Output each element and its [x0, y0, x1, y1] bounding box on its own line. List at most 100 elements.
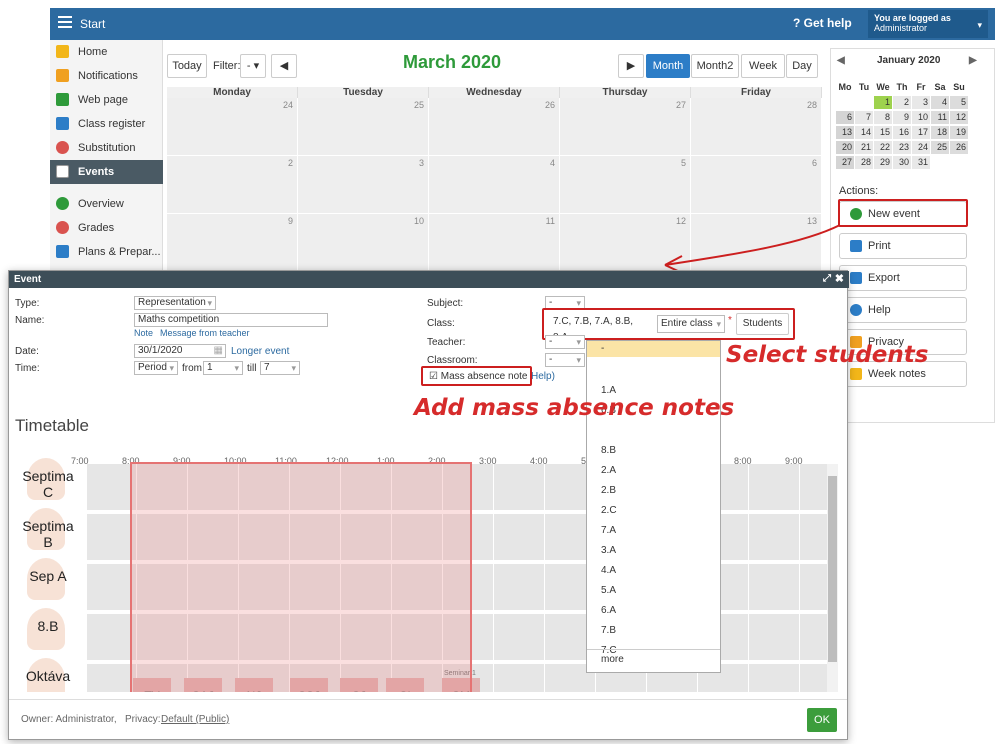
classroom-select[interactable]: -: [545, 353, 585, 367]
menu-icon[interactable]: [58, 16, 72, 28]
help-button[interactable]: Help: [839, 297, 967, 323]
mini-day[interactable]: 7: [855, 111, 873, 124]
expand-icon[interactable]: ⤢: [823, 273, 831, 284]
get-help-link[interactable]: ? Get help: [793, 16, 852, 30]
mini-day[interactable]: 20: [836, 141, 854, 154]
mini-day[interactable]: 19: [950, 126, 968, 139]
mini-day[interactable]: 24: [912, 141, 930, 154]
mini-day[interactable]: 14: [855, 126, 873, 139]
view-week-button[interactable]: Week: [741, 54, 785, 78]
privacy-link[interactable]: Default (Public): [161, 714, 229, 725]
mini-day[interactable]: 23: [893, 141, 911, 154]
calendar-day-cell[interactable]: 6: [691, 156, 822, 214]
sidebar-item-events[interactable]: Events: [50, 160, 163, 184]
till-select[interactable]: 7: [260, 361, 300, 375]
mini-day[interactable]: 31: [912, 156, 930, 169]
scrollbar-thumb[interactable]: [828, 476, 837, 662]
next-month-button[interactable]: ▶: [618, 54, 644, 78]
sidebar-item-substitution[interactable]: Substitution: [50, 136, 163, 160]
calendar-day-cell[interactable]: 26: [429, 98, 560, 156]
dropdown-item[interactable]: 8.B: [587, 441, 720, 461]
calendar-day-cell[interactable]: 25: [298, 98, 429, 156]
timetable-scrollbar[interactable]: [827, 464, 838, 692]
mini-day[interactable]: 4: [931, 96, 949, 109]
mini-day[interactable]: 18: [931, 126, 949, 139]
dropdown-item[interactable]: 2.C: [587, 501, 720, 521]
help-link[interactable]: Help): [531, 371, 555, 382]
dropdown-item[interactable]: 7.A: [587, 521, 720, 541]
dropdown-item[interactable]: [587, 421, 720, 441]
mini-day[interactable]: 26: [950, 141, 968, 154]
dropdown-item[interactable]: 3.A: [587, 541, 720, 561]
dropdown-item[interactable]: 2.A: [587, 461, 720, 481]
dropdown-item[interactable]: 4.A: [587, 561, 720, 581]
mini-day[interactable]: 27: [836, 156, 854, 169]
export-button[interactable]: Export: [839, 265, 967, 291]
sidebar-item-plans[interactable]: Plans & Prepar...: [50, 240, 163, 264]
message-link[interactable]: Message from teacher: [160, 328, 250, 338]
mini-day[interactable]: 11: [931, 111, 949, 124]
dropdown-item[interactable]: [587, 361, 720, 381]
mini-day[interactable]: 22: [874, 141, 892, 154]
mini-day[interactable]: 15: [874, 126, 892, 139]
type-select[interactable]: Representation: [134, 296, 216, 310]
user-menu[interactable]: You are logged as Administrator ▾: [868, 10, 988, 38]
date-input[interactable]: 30/1/2020 ▦: [134, 344, 226, 358]
mini-day[interactable]: 3: [912, 96, 930, 109]
dropdown-item[interactable]: 2.B: [587, 481, 720, 501]
mini-prev-icon[interactable]: ◀: [837, 55, 845, 66]
class-dropdown[interactable]: -1.A 6.B 8.B 2.A 2.B 2.C 7.A 3.A 4.A 5.A 6.A 7.B 7.C…: [586, 340, 721, 673]
teacher-select[interactable]: -: [545, 335, 585, 349]
mini-day[interactable]: 16: [893, 126, 911, 139]
mini-day[interactable]: 10: [912, 111, 930, 124]
close-icon[interactable]: ✖: [835, 272, 844, 285]
mini-day[interactable]: 29: [874, 156, 892, 169]
calendar-day-cell[interactable]: 9: [167, 214, 298, 272]
mini-day[interactable]: 2: [893, 96, 911, 109]
sidebar-item-overview[interactable]: Overview: [50, 192, 163, 216]
prev-month-button[interactable]: ◀: [271, 54, 297, 78]
calendar-day-cell[interactable]: 3: [298, 156, 429, 214]
mini-day[interactable]: 17: [912, 126, 930, 139]
today-button[interactable]: Today: [167, 54, 207, 78]
note-link[interactable]: Note: [134, 328, 153, 338]
mini-day[interactable]: 25: [931, 141, 949, 154]
calendar-day-cell[interactable]: 4: [429, 156, 560, 214]
ok-button[interactable]: OK: [807, 708, 837, 732]
dropdown-item[interactable]: 5.A: [587, 581, 720, 601]
view-month-button[interactable]: Month: [646, 54, 690, 78]
sidebar-item-home[interactable]: Home: [50, 40, 163, 64]
calendar-day-cell[interactable]: 2: [167, 156, 298, 214]
longer-event-link[interactable]: Longer event: [231, 346, 289, 357]
calendar-day-cell[interactable]: 24: [167, 98, 298, 156]
filter-select[interactable]: - ▾: [240, 54, 266, 78]
mini-day[interactable]: 9: [893, 111, 911, 124]
view-month2-button[interactable]: Month2: [691, 54, 739, 78]
sidebar-item-grades[interactable]: Grades: [50, 216, 163, 240]
dropdown-item[interactable]: 7.B: [587, 621, 720, 641]
sidebar-item-web-page[interactable]: Web page: [50, 88, 163, 112]
calendar-day-cell[interactable]: 27: [560, 98, 691, 156]
mini-day[interactable]: 21: [855, 141, 873, 154]
mini-day[interactable]: 30: [893, 156, 911, 169]
calendar-day-cell[interactable]: 11: [429, 214, 560, 272]
calendar-day-cell[interactable]: 28: [691, 98, 822, 156]
mini-day[interactable]: 13: [836, 126, 854, 139]
dropdown-item[interactable]: 6.A: [587, 601, 720, 621]
mini-day[interactable]: 8: [874, 111, 892, 124]
dropdown-more[interactable]: more: [587, 650, 720, 670]
calendar-day-cell[interactable]: 5: [560, 156, 691, 214]
sidebar-item-notifications[interactable]: Notifications: [50, 64, 163, 88]
start-link[interactable]: Start: [80, 17, 105, 31]
time-mode-select[interactable]: Period: [134, 361, 178, 375]
print-button[interactable]: Print: [839, 233, 967, 259]
sidebar-item-class-register[interactable]: Class register: [50, 112, 163, 136]
mini-day[interactable]: 5: [950, 96, 968, 109]
mini-day[interactable]: 6: [836, 111, 854, 124]
mini-day[interactable]: 28: [855, 156, 873, 169]
mini-day[interactable]: 12: [950, 111, 968, 124]
name-input[interactable]: Maths competition: [134, 313, 328, 327]
mini-day[interactable]: 1: [874, 96, 892, 109]
dropdown-item[interactable]: -: [587, 341, 720, 357]
calendar-day-cell[interactable]: 10: [298, 214, 429, 272]
